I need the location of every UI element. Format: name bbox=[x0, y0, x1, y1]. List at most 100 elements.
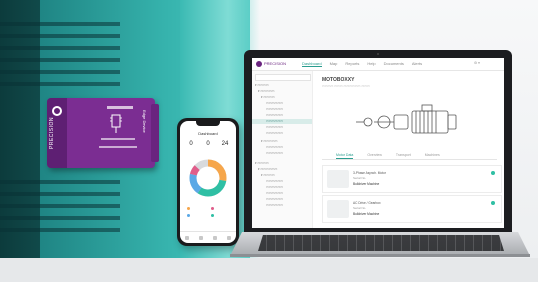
chart-icon[interactable] bbox=[213, 236, 217, 240]
cooling-fin bbox=[0, 204, 120, 208]
nav-item-reports[interactable]: Reports bbox=[345, 61, 359, 67]
tree-item[interactable]: ▭▭▭▭▭▭ bbox=[252, 125, 312, 130]
phone-tab-bar bbox=[180, 231, 236, 243]
tab-motor-data[interactable]: Motor Data bbox=[336, 153, 354, 159]
tree-item[interactable]: ▭▭▭▭▭▭ bbox=[252, 179, 312, 184]
asset-tree-sidebar: ▾ ▭▭▭▭ ▾ ▭▭▭▭▭ ▾ ▭▭▭▭ ▭▭▭▭▭▭ ▭▭▭▭▭▭ ▭▭▭▭… bbox=[252, 71, 313, 228]
tree-item[interactable]: ▭▭▭▭▭▭ bbox=[252, 101, 312, 106]
cooling-fin bbox=[0, 216, 120, 220]
tree-item-selected[interactable]: ▭▭▭▭▭▭ bbox=[252, 119, 312, 124]
phone-stat: 0 bbox=[206, 141, 210, 147]
card-line3: Bulldriver Machine bbox=[353, 182, 380, 186]
nav-item-map[interactable]: Map bbox=[330, 61, 338, 67]
phone-stat: 0 bbox=[189, 141, 193, 147]
tree-item[interactable]: ▭▭▭▭▭▭ bbox=[252, 131, 312, 136]
tree-item[interactable]: ▾ ▭▭▭▭ bbox=[252, 83, 312, 88]
sensor-side-text: Edge Device bbox=[142, 110, 147, 133]
tree-item[interactable]: ▭▭▭▭▭▭ bbox=[252, 185, 312, 190]
phone-stat: 24 bbox=[221, 141, 229, 147]
nav-item-dashboard[interactable]: Dashboard bbox=[302, 61, 322, 67]
settings-icon[interactable] bbox=[227, 236, 231, 240]
card-line1: 3-Phase Asynch. Motor bbox=[353, 171, 386, 175]
app-top-nav: PRECISION Dashboard Map Reports Help Doc… bbox=[252, 58, 504, 71]
tree-item[interactable]: ▾ ▭▭▭▭ bbox=[252, 173, 312, 178]
tree-item[interactable]: ▾ ▭▭▭▭ bbox=[252, 95, 312, 100]
tree-item[interactable]: ▭▭▭▭▭▭ bbox=[252, 145, 312, 150]
phone-screen: Dashboard 0 0 24 bbox=[180, 121, 236, 243]
motor-thumbnail bbox=[327, 200, 349, 218]
card-line2: Serial No. bbox=[353, 206, 367, 210]
detail-tabs: Motor Data Overview Transport Machines bbox=[322, 153, 497, 160]
tree-item[interactable]: ▭▭▭▭▭▭ bbox=[252, 203, 312, 208]
smartphone: Dashboard 0 0 24 bbox=[177, 118, 239, 246]
tree-item[interactable]: ▾ ▭▭▭▭▭ bbox=[252, 139, 312, 144]
asset-card[interactable]: AC Drive / Gearbox Serial No. Bulldriver… bbox=[322, 195, 502, 223]
laptop-screen: PRECISION Dashboard Map Reports Help Doc… bbox=[252, 58, 504, 228]
tree-item[interactable]: ▭▭▭▭▭▭ bbox=[252, 107, 312, 112]
tree-item[interactable]: ▾ ▭▭▭▭▭ bbox=[252, 89, 312, 94]
laptop: PRECISION Dashboard Map Reports Help Doc… bbox=[244, 50, 512, 232]
iot-sensor-device: PRECISION Edge Device bbox=[47, 98, 159, 168]
tree-item[interactable]: ▾ ▭▭▭▭ bbox=[252, 161, 312, 166]
cooling-fin bbox=[0, 58, 120, 62]
legend-dot bbox=[187, 207, 190, 210]
tab-machines[interactable]: Machines bbox=[425, 153, 440, 159]
brand-logo-icon bbox=[52, 106, 62, 116]
cooling-fin bbox=[0, 192, 120, 196]
cooling-fin bbox=[0, 46, 120, 50]
asset-card[interactable]: 3-Phase Asynch. Motor Serial No. Bulldri… bbox=[322, 165, 502, 193]
tree-item[interactable]: ▭▭▭▭▭▭ bbox=[252, 113, 312, 118]
table-surface bbox=[0, 258, 538, 282]
card-line1: AC Drive / Gearbox bbox=[353, 201, 381, 205]
app-brand: PRECISION bbox=[264, 61, 287, 66]
motor-thumbnail bbox=[327, 170, 349, 188]
camera-icon bbox=[377, 53, 379, 55]
nav-item-alerts[interactable]: Alerts bbox=[412, 61, 422, 67]
sensor-label-line bbox=[99, 146, 137, 148]
phone-title: Dashboard bbox=[198, 131, 218, 136]
tree-item[interactable]: ▭▭▭▭▭▭ bbox=[252, 191, 312, 196]
tree-item[interactable]: ▾ ▭▭▭▭▭▭ bbox=[252, 167, 312, 172]
nav-item-help[interactable]: Help bbox=[367, 61, 375, 67]
user-menu-icon[interactable]: ⚙ ▾ bbox=[474, 61, 480, 65]
home-icon[interactable] bbox=[185, 236, 189, 240]
cooling-fin bbox=[0, 34, 120, 38]
legend-dot bbox=[187, 214, 190, 217]
cooling-fin bbox=[0, 82, 120, 86]
laptop-front-lip bbox=[230, 254, 530, 257]
legend-dot bbox=[211, 207, 214, 210]
cooling-fin bbox=[0, 70, 120, 74]
phone-stats: 0 0 24 bbox=[184, 141, 232, 153]
phone-notch bbox=[196, 121, 220, 126]
laptop-keyboard bbox=[258, 235, 504, 251]
sensor-mount-clip bbox=[151, 104, 159, 162]
tab-transport[interactable]: Transport bbox=[396, 153, 411, 159]
sensor-label-line bbox=[107, 106, 133, 109]
motor-assembly-illustration bbox=[356, 104, 457, 134]
donut-chart bbox=[189, 159, 227, 197]
status-dot-icon bbox=[491, 201, 495, 205]
nav-item-documents[interactable]: Documents bbox=[384, 61, 404, 67]
list-icon[interactable] bbox=[199, 236, 203, 240]
tree-search-input[interactable] bbox=[255, 74, 311, 81]
donut-legend bbox=[185, 205, 231, 219]
tab-overview[interactable]: Overview bbox=[367, 153, 382, 159]
tree-item[interactable]: ▭▭▭▭▭▭ bbox=[252, 197, 312, 202]
page-title: MOTOBOXXY bbox=[322, 77, 355, 83]
brand-logo-icon bbox=[256, 61, 262, 67]
tree-item[interactable]: ▭▭▭▭▭▭ bbox=[252, 151, 312, 156]
status-dot-icon bbox=[491, 171, 495, 175]
cooling-fin bbox=[0, 22, 120, 26]
sensor-chip-icon bbox=[110, 114, 122, 133]
cooling-fin bbox=[0, 180, 120, 184]
nav-menu: Dashboard Map Reports Help Documents Ale… bbox=[302, 61, 422, 67]
cooling-fin bbox=[0, 228, 120, 232]
legend-dot bbox=[211, 214, 214, 217]
card-line2: Serial No. bbox=[353, 176, 367, 180]
product-photo: PRECISION Edge Device Dashboard 0 0 24 P… bbox=[0, 0, 538, 282]
card-line3: Bulldriver Machine bbox=[353, 212, 380, 216]
page-subtitle: ▭▭▭▭ ▭▭▭ ▭▭▭▭▭▭ ▭▭▭ bbox=[322, 84, 370, 88]
sensor-brand-text: PRECISION bbox=[49, 117, 55, 150]
sensor-label-line bbox=[101, 138, 135, 140]
main-panel: MOTOBOXXY ▭▭▭▭ ▭▭▭ ▭▭▭▭▭▭ ▭▭▭ Motor Data… bbox=[314, 71, 504, 228]
